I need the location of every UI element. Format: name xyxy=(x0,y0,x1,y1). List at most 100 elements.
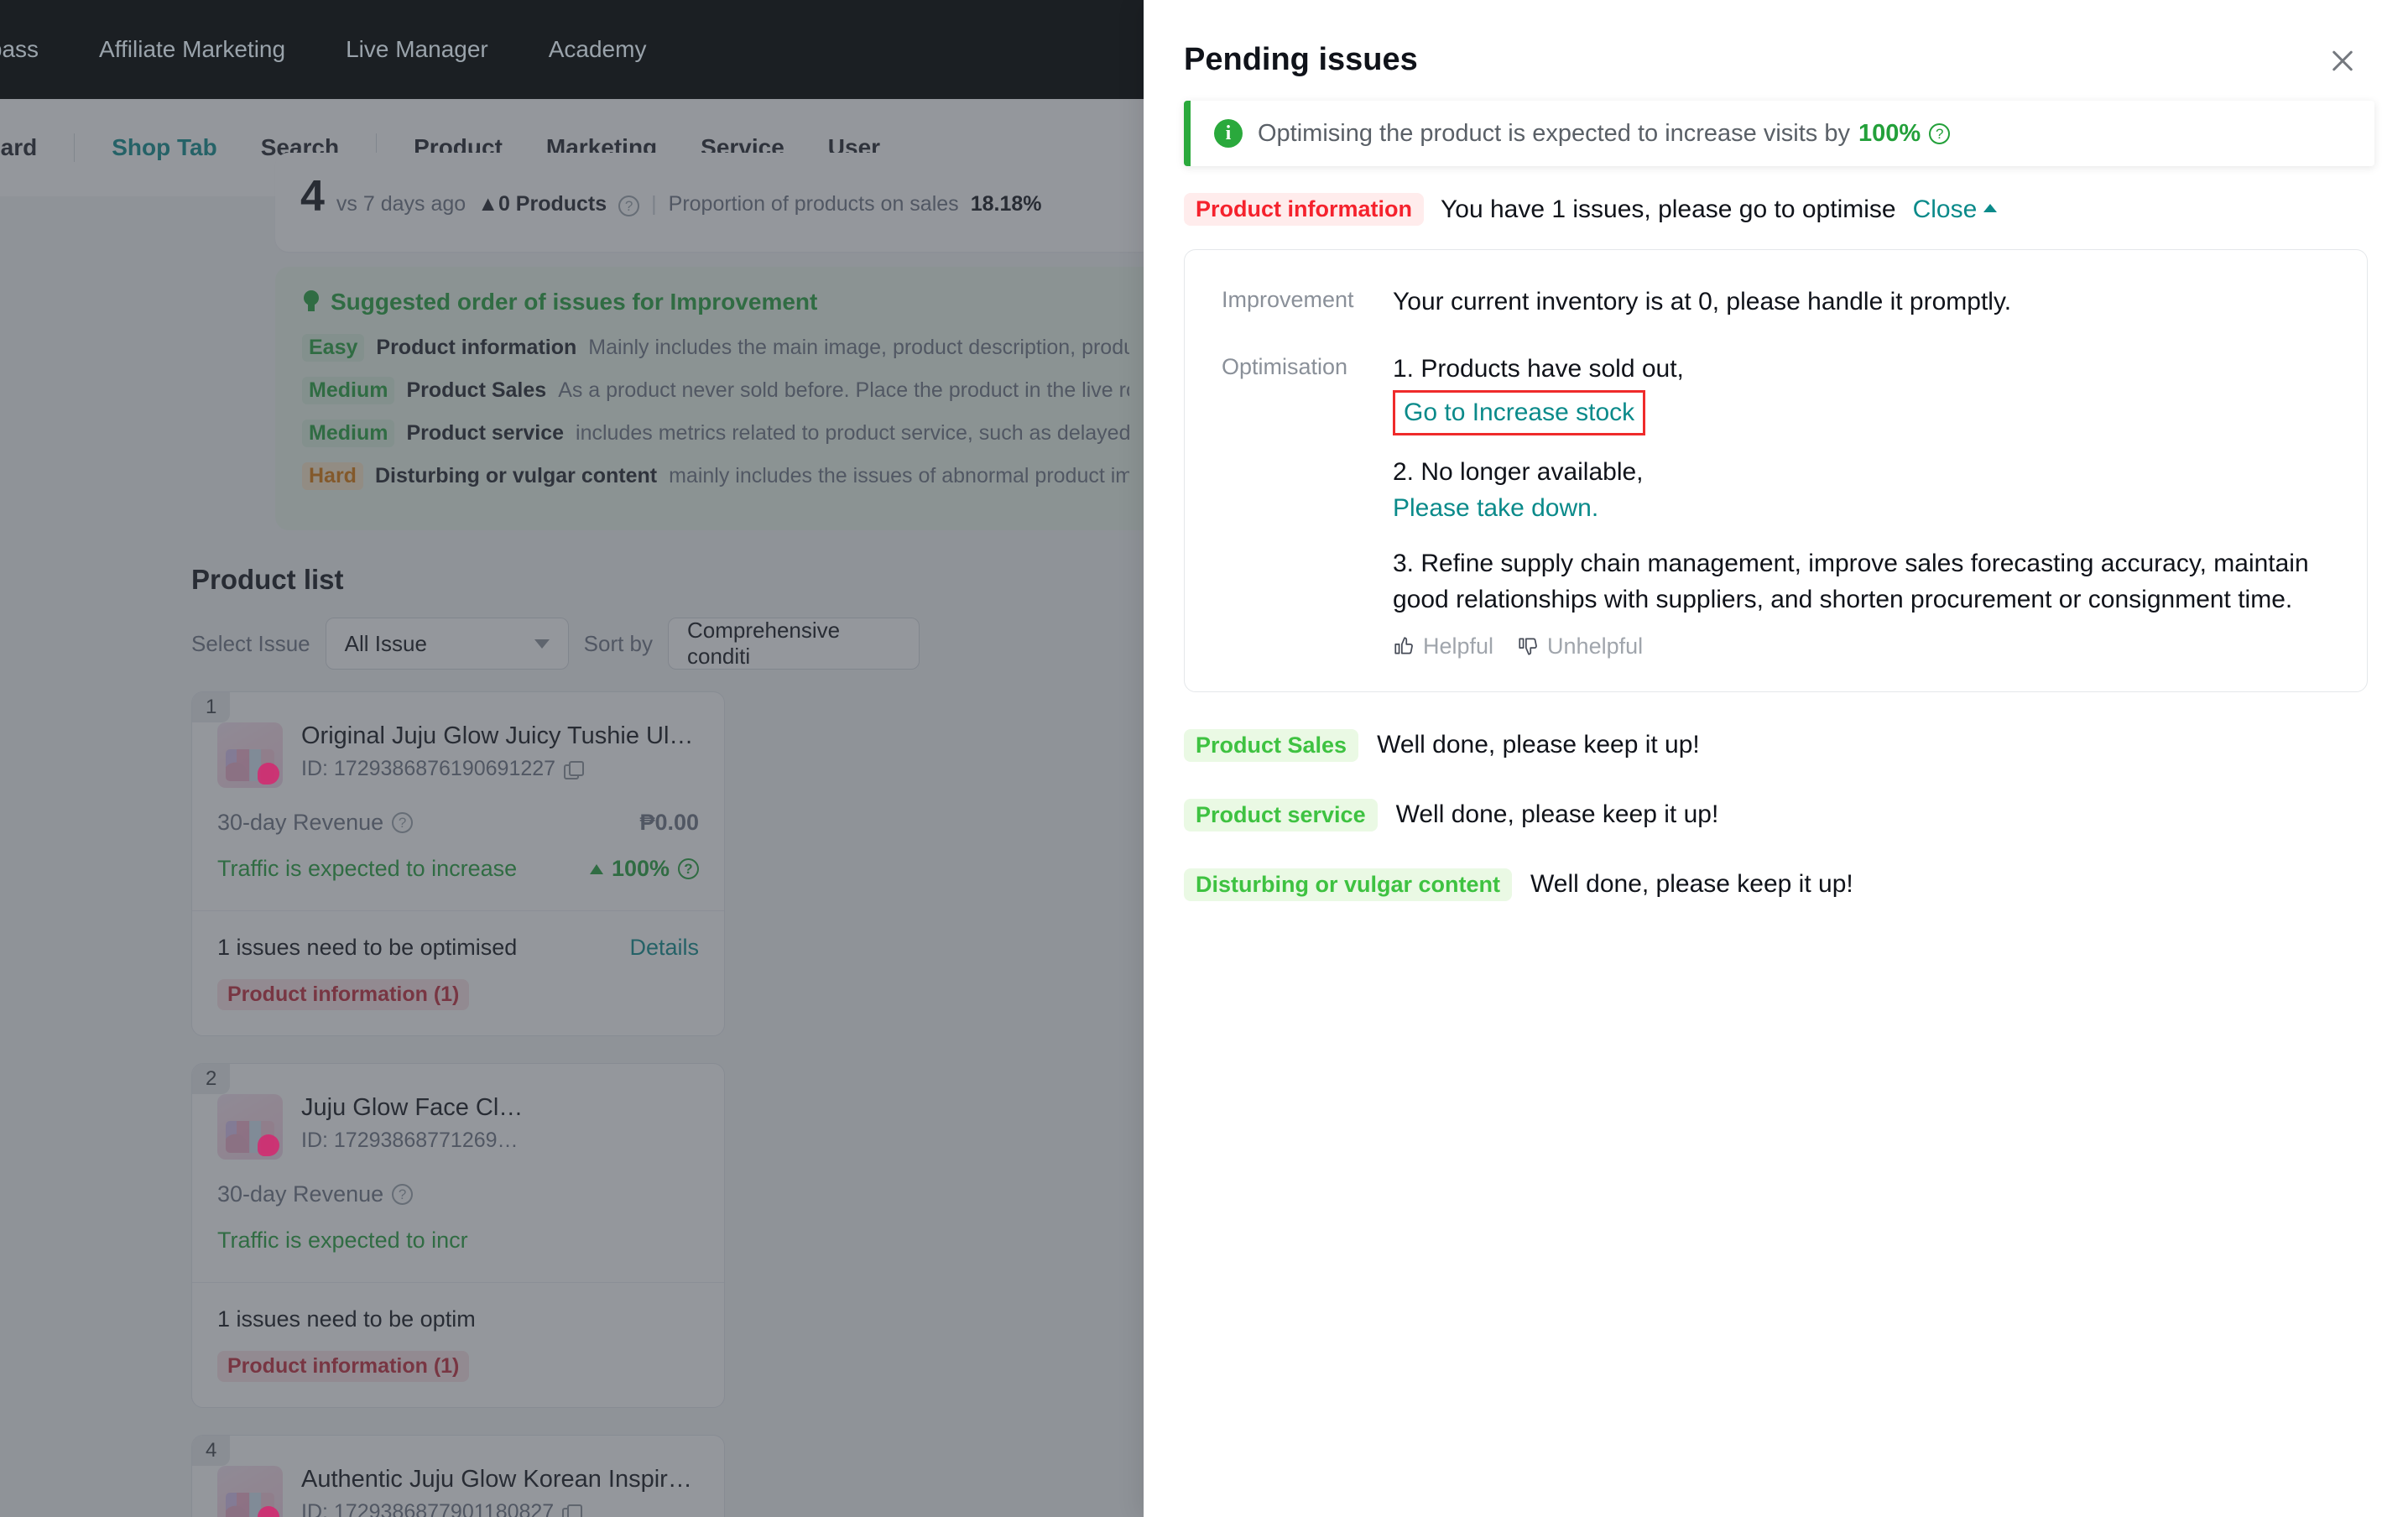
go-to-increase-stock-link[interactable]: Go to Increase stock xyxy=(1404,399,1634,426)
section-close-toggle[interactable]: Close xyxy=(1913,195,1998,224)
issues-row: 1 issues need to be optim xyxy=(217,1306,699,1332)
drawer-header: Pending issues xyxy=(1144,0,2408,79)
optimisation-body: 1. Products have sold out, Go to Increas… xyxy=(1393,351,2330,663)
stat-proportion-label: Proportion of products on sales xyxy=(668,192,959,216)
select-issue-dropdown[interactable]: All Issue xyxy=(325,618,569,670)
page-content: 4 vs 7 days ago ▲0 Products ? | Proporti… xyxy=(0,153,1156,1517)
details-link[interactable]: Details xyxy=(629,935,699,961)
product-card[interactable]: 1 Original Juju Glow Juicy Tushie Ulti… … xyxy=(191,691,725,1036)
unhelpful-label: Unhelpful xyxy=(1547,633,1644,659)
copy-icon[interactable] xyxy=(564,760,585,779)
lightbulb-icon xyxy=(302,290,321,314)
suggested-order-panel: Suggested order of issues for Improvemen… xyxy=(275,267,1156,530)
improvement-text: Your current inventory is at 0, please h… xyxy=(1393,288,2012,315)
issues-row: 1 issues need to be optimised Details xyxy=(217,935,699,961)
traffic-label: Traffic is expected to incr xyxy=(217,1228,468,1253)
product-id: ID: 17293868771269… xyxy=(301,1129,519,1152)
product-card[interactable]: 4 Authentic Juju Glow Korean Inspire… ID… xyxy=(191,1435,725,1517)
select-issue-label: Select Issue xyxy=(191,630,310,656)
thumbs-up-icon xyxy=(1394,637,1413,654)
product-rank-badge: 1 xyxy=(192,692,231,722)
sub-nav-item-shop-tab[interactable]: Shop Tab xyxy=(90,134,238,161)
drawer-title: Pending issues xyxy=(1184,42,1418,77)
issue-category-desc: includes metrics related to product serv… xyxy=(576,421,1129,445)
help-icon-delta[interactable]: ? xyxy=(618,195,640,216)
revenue-label-group: 30-day Revenue ? xyxy=(217,810,414,836)
status-badge-disturbing-content: Disturbing or vulgar content xyxy=(1184,868,1513,901)
product-rank-badge: 4 xyxy=(192,1436,231,1466)
traffic-label: Traffic is expected to increase xyxy=(217,856,518,881)
unhelpful-button[interactable]: Unhelpful xyxy=(1517,630,1643,663)
product-rank-badge: 2 xyxy=(192,1064,231,1094)
difficulty-badge: Medium xyxy=(302,377,395,404)
product-id-row: ID: 1729386876190691227 xyxy=(301,757,696,781)
help-icon-revenue[interactable]: ? xyxy=(392,1184,414,1205)
revenue-row: 30-day Revenue ? xyxy=(192,1181,724,1207)
product-list-filters: Select Issue All Issue Sort by Comprehen… xyxy=(191,618,1144,670)
product-card[interactable]: 2 Juju Glow Face Cl… ID: 17293868771269… xyxy=(191,1063,725,1408)
product-thumbnail xyxy=(217,1094,283,1160)
optimisation-row: Optimisation 1. Products have sold out, … xyxy=(1222,351,2330,663)
issues-count-text: 1 issues need to be optim xyxy=(217,1306,476,1332)
section-close-label: Close xyxy=(1912,195,1978,223)
subnav-divider-1 xyxy=(74,133,76,162)
optimisation-label: Optimisation xyxy=(1222,353,1348,379)
optimisation-item-3-text: 3. Refine supply chain management, impro… xyxy=(1393,549,2309,614)
stat-proportion-value: 18.18% xyxy=(970,192,1042,216)
improvement-label: Improvement xyxy=(1222,287,1354,312)
suggested-order-title: Suggested order of issues for Improvemen… xyxy=(331,289,818,315)
suggest-row: Medium Product Sales As a product never … xyxy=(302,377,1129,404)
product-information-section-header: Product information You have 1 issues, p… xyxy=(1184,193,2368,226)
stat-delta: ▲0 Products xyxy=(477,192,607,216)
status-badge-product-service: Product service xyxy=(1184,798,1378,831)
product-card-header: Authentic Juju Glow Korean Inspire… ID: … xyxy=(192,1436,724,1517)
sort-by-label: Sort by xyxy=(583,630,654,656)
top-nav-item-academy[interactable]: Academy xyxy=(519,36,677,63)
top-nav-item-compass[interactable]: ompass xyxy=(0,36,69,63)
difficulty-badge: Hard xyxy=(302,462,363,490)
traffic-value-group: 100% ? xyxy=(589,856,699,882)
feedback-row: Helpful Unhelpful xyxy=(1393,630,2330,663)
arrow-up-icon xyxy=(589,863,603,874)
product-list-title: Product list xyxy=(191,564,344,595)
please-take-down-link[interactable]: Please take down. xyxy=(1393,490,2330,527)
help-icon-banner[interactable]: ? xyxy=(1929,123,1951,144)
thumbs-down-icon xyxy=(1519,638,1537,655)
traffic-value: 100% xyxy=(611,856,670,881)
helpful-button[interactable]: Helpful xyxy=(1393,630,1493,663)
top-nav-item-live-manager[interactable]: Live Manager xyxy=(315,36,519,63)
sort-by-dropdown[interactable]: Comprehensive conditi xyxy=(668,618,920,670)
optimisation-item-2-text: 2. No longer available, xyxy=(1393,457,1644,486)
select-issue-value: All Issue xyxy=(344,630,427,656)
issue-category-desc: Mainly includes the main image, product … xyxy=(588,336,1129,359)
traffic-row: Traffic is expected to increase 100% ? xyxy=(192,856,724,910)
product-sales-status-text: Well done, please keep it up! xyxy=(1377,731,1700,759)
close-icon[interactable] xyxy=(2324,42,2361,79)
product-name: Original Juju Glow Juicy Tushie Ulti… xyxy=(301,722,696,749)
top-nav-item-affiliate-marketing[interactable]: Affiliate Marketing xyxy=(69,36,315,63)
issue-detail-card: Improvement Your current inventory is at… xyxy=(1184,249,2368,692)
revenue-label: 30-day Revenue xyxy=(217,810,384,835)
section-header-text: You have 1 issues, please go to optimise xyxy=(1441,195,1896,223)
product-card-footer: 1 issues need to be optimised Details Pr… xyxy=(192,910,724,1035)
difficulty-badge: Medium xyxy=(302,420,395,447)
product-card-footer: 1 issues need to be optim Product inform… xyxy=(192,1282,724,1407)
sub-nav-item-card[interactable]: t card xyxy=(0,134,59,161)
suggest-row: Medium Product service includes metrics … xyxy=(302,420,1129,447)
disturbing-content-status-row: Disturbing or vulgar content Well done, … xyxy=(1184,868,2368,901)
info-banner-percent: 100% xyxy=(1858,119,1921,147)
issue-category-name: Product information xyxy=(376,336,577,359)
help-icon-revenue[interactable]: ? xyxy=(392,812,414,833)
sort-by-value: Comprehensive conditi xyxy=(687,618,841,669)
info-banner: i Optimising the product is expected to … xyxy=(1184,101,2374,166)
optimisation-item-1-text: 1. Products have sold out, xyxy=(1393,354,1684,383)
copy-icon[interactable] xyxy=(562,1504,583,1517)
help-icon-traffic[interactable]: ? xyxy=(678,858,699,879)
product-id-row: ID: 17293868771269… xyxy=(301,1129,523,1153)
product-name: Authentic Juju Glow Korean Inspire… xyxy=(301,1466,696,1493)
info-banner-text: Optimising the product is expected to in… xyxy=(1258,119,1850,147)
stat-divider: | xyxy=(651,192,657,216)
product-id: ID: 1729386876190691227 xyxy=(301,757,556,780)
product-name: Juju Glow Face Cl… xyxy=(301,1094,524,1121)
